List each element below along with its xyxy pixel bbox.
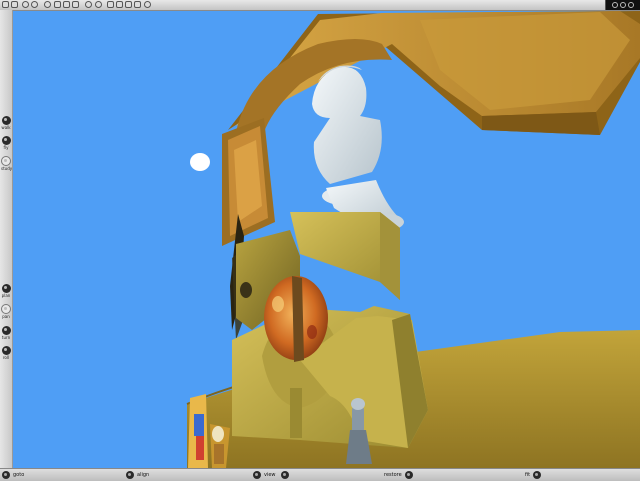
fit-button[interactable]: fit	[525, 471, 542, 479]
close-icon[interactable]	[628, 2, 634, 8]
plan-tool[interactable]: plan	[1, 284, 11, 298]
study-label: study	[1, 166, 13, 171]
align-label: align	[137, 472, 150, 478]
camera-icon[interactable]	[95, 1, 102, 8]
search-icon[interactable]	[144, 1, 151, 8]
minimize-icon[interactable]	[612, 2, 618, 8]
arch-left-pillar	[222, 118, 275, 246]
walk-icon	[1, 116, 11, 125]
bottom-toolbar: goto align view restore fit	[0, 468, 640, 481]
walk-label: walk	[1, 125, 11, 130]
grid-icon[interactable]	[125, 1, 132, 8]
goto-label: goto	[13, 472, 25, 478]
fit-icon	[533, 471, 542, 479]
study-icon	[1, 156, 11, 166]
view-button[interactable]: view	[253, 471, 276, 479]
settings-icon[interactable]	[85, 1, 92, 8]
roll-icon	[1, 346, 11, 355]
top-toolbar	[0, 0, 640, 11]
zoom-out-icon[interactable]	[63, 1, 70, 8]
fly-label: fly	[3, 145, 9, 150]
pan-icon	[1, 304, 11, 314]
maximize-icon[interactable]	[620, 2, 626, 8]
restore-label: restore	[384, 472, 402, 478]
pan-label: pan	[2, 314, 10, 319]
restore-icon	[404, 471, 413, 479]
turn-tool[interactable]: turn	[1, 326, 11, 340]
zoom-fit-icon[interactable]	[72, 1, 79, 8]
list-icon[interactable]	[134, 1, 141, 8]
turn-icon	[1, 326, 11, 335]
study-tool[interactable]: study	[1, 156, 13, 171]
goto-button[interactable]: goto	[2, 471, 24, 479]
marble-bust	[312, 65, 404, 232]
plan-label: plan	[1, 293, 11, 298]
align-button[interactable]: align	[126, 471, 149, 479]
restore-button[interactable]: restore	[384, 471, 413, 479]
roll-tool[interactable]: roll	[1, 346, 11, 360]
plan-icon	[1, 284, 11, 293]
turn-label: turn	[1, 335, 11, 340]
home-icon[interactable]	[22, 1, 29, 8]
window-controls	[605, 0, 640, 10]
roll-label: roll	[2, 355, 10, 360]
walk-tool[interactable]: walk	[1, 116, 11, 130]
forward-icon[interactable]	[11, 1, 18, 8]
view-label: view	[264, 472, 276, 478]
3d-viewport[interactable]	[13, 11, 640, 468]
zoom-in-icon[interactable]	[54, 1, 61, 8]
navigation-sidebar: walk fly study plan pan turn roll	[0, 10, 13, 468]
view-prev-icon	[253, 471, 261, 479]
window-icon[interactable]	[107, 1, 114, 8]
fit-label: fit	[525, 472, 531, 478]
pan-tool[interactable]: pan	[1, 304, 11, 319]
globe-icon[interactable]	[44, 1, 51, 8]
align-icon	[126, 471, 134, 479]
dark-hole	[240, 282, 252, 298]
fly-tool[interactable]: fly	[1, 136, 11, 150]
back-icon[interactable]	[2, 1, 9, 8]
layout-icon[interactable]	[116, 1, 123, 8]
reload-icon[interactable]	[31, 1, 38, 8]
lower-stone-block	[232, 306, 428, 448]
view-next-button[interactable]	[281, 471, 289, 479]
scene-render	[186, 11, 640, 468]
sun-sphere	[190, 153, 210, 171]
view-next-icon	[281, 471, 289, 479]
fly-icon	[1, 136, 11, 145]
goto-icon	[2, 471, 10, 479]
